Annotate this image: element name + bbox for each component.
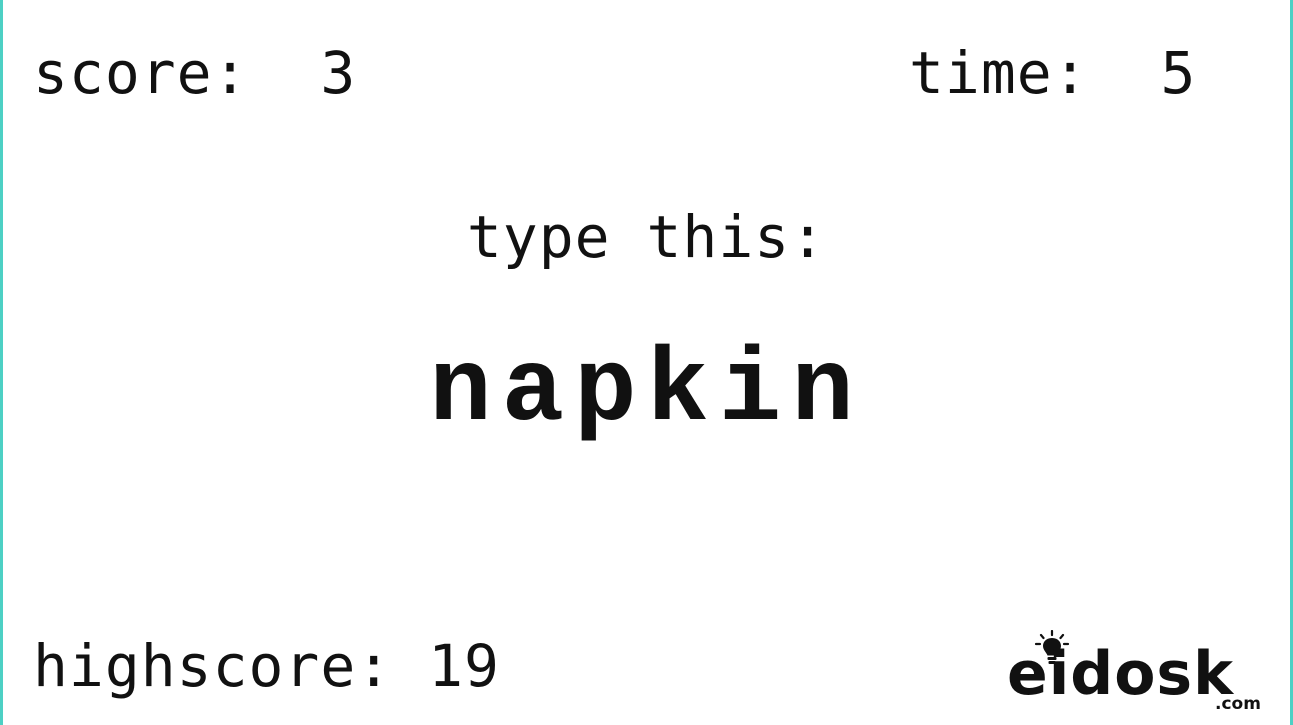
score-label: score:	[33, 39, 249, 107]
logo-domain-suffix: .com	[1215, 694, 1261, 714]
score-value: 3	[320, 39, 357, 107]
eidosk-logo[interactable]: eidosk .com	[1003, 628, 1273, 720]
highscore-label: highscore:	[33, 632, 393, 700]
prompt-label: type this:	[466, 203, 827, 271]
highscore-value: 19	[428, 632, 500, 700]
game-screen: score: 3 time: 5 type this: napkin highs…	[0, 0, 1293, 725]
time-label: time:	[909, 39, 1089, 107]
highscore-display: highscore: 19	[33, 637, 500, 695]
logo-wordmark: eidosk	[1007, 639, 1235, 709]
target-word: napkin	[429, 333, 864, 451]
score-display: score: 3	[33, 44, 356, 102]
time-display: time: 5	[909, 44, 1196, 102]
time-value: 5	[1160, 39, 1197, 107]
